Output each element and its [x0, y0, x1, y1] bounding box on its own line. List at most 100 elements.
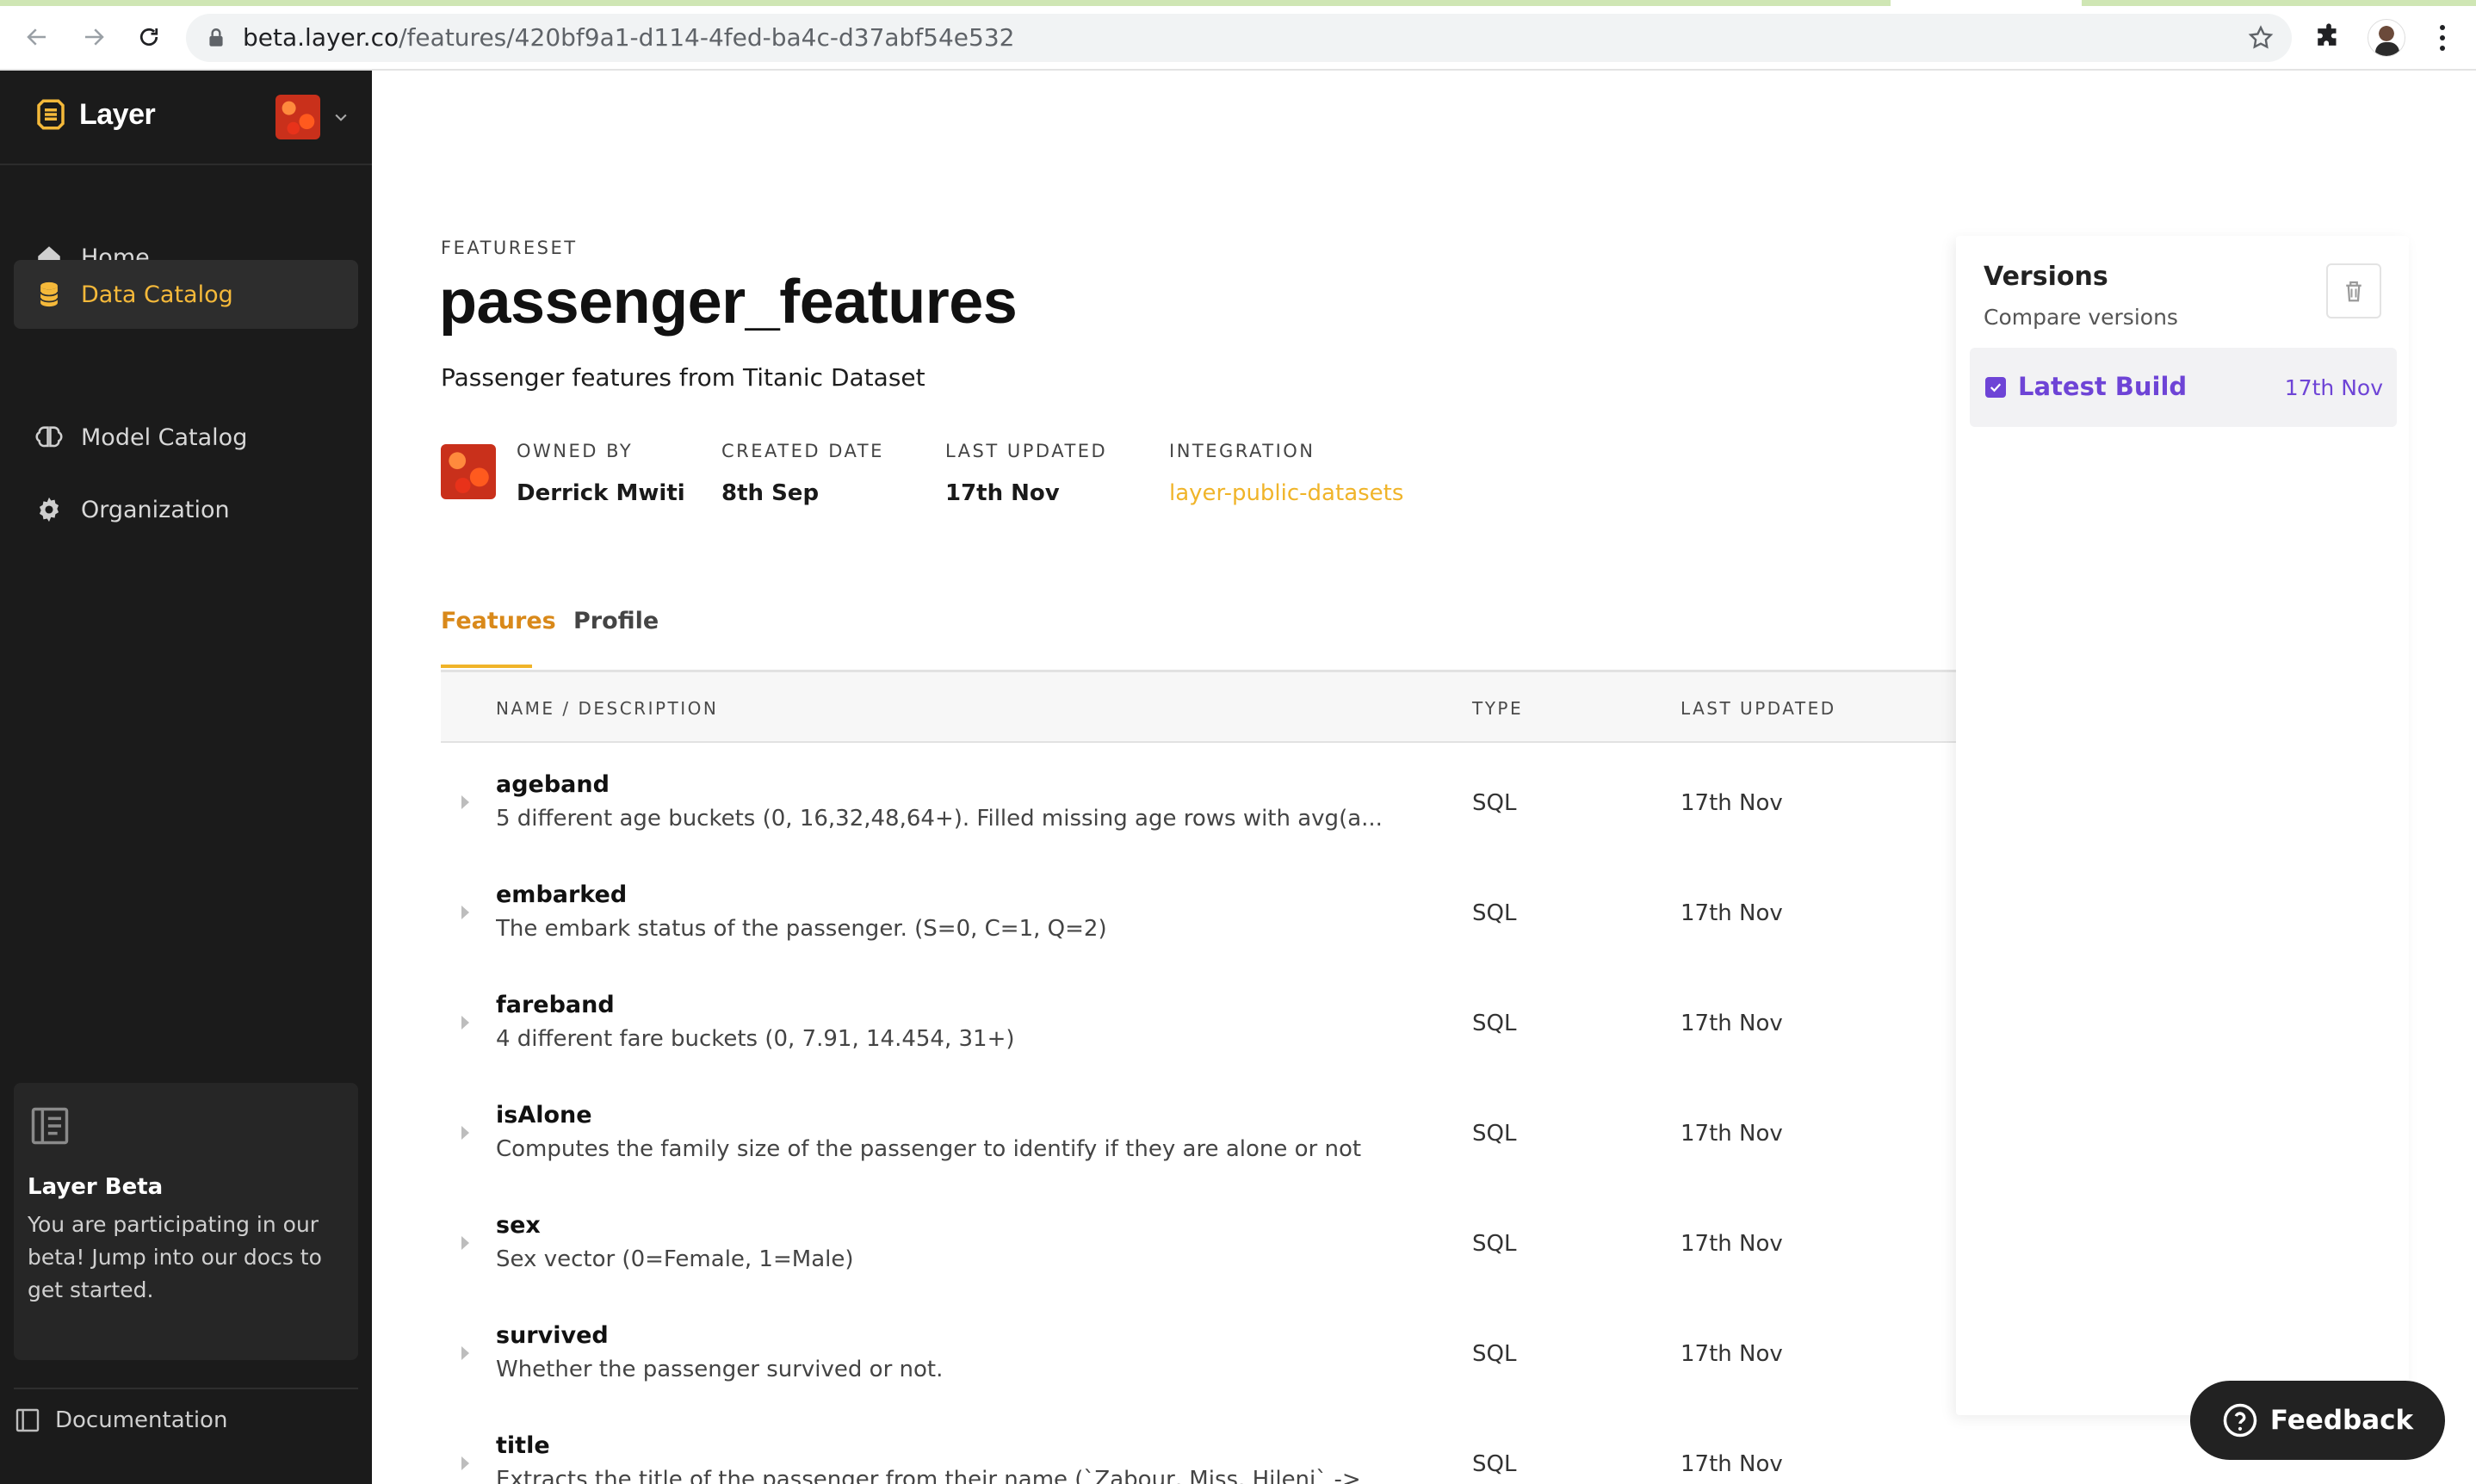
address-bar[interactable]: beta.layer.co/features/420bf9a1-d114-4fe… [186, 14, 2292, 62]
page-eyebrow: FEATURESET [441, 238, 578, 258]
url-path: /features/420bf9a1-d114-4fed-ba4c-d37abf… [399, 23, 1015, 52]
url-host: beta.layer.co [243, 23, 399, 52]
forward-button[interactable] [72, 15, 115, 59]
database-icon [40, 281, 59, 307]
loading-bar-secondary [2082, 0, 2476, 6]
browser-profile-avatar[interactable] [2368, 19, 2405, 57]
table-header: NAME / DESCRIPTION TYPE LAST UPDATED [441, 672, 1956, 743]
version-name: Latest Build [2018, 372, 2188, 401]
feature-type: SQL [1472, 1231, 1517, 1257]
sidebar-divider [0, 164, 372, 165]
meta-label: CREATED DATE [721, 441, 884, 461]
lock-icon [209, 28, 223, 46]
browser-toolbar: beta.layer.co/features/420bf9a1-d114-4fe… [0, 0, 2476, 71]
feature-description: Extracts the title of the passenger from… [496, 1467, 1361, 1484]
sidebar-item-label: Data Catalog [81, 281, 233, 308]
beta-text: You are participating in our beta! Jump … [28, 1212, 322, 1302]
expand-caret-icon[interactable] [461, 1456, 469, 1470]
column-header-type: TYPE [1472, 698, 1524, 719]
version-date: 17th Nov [2284, 375, 2383, 400]
expand-caret-icon[interactable] [461, 1016, 469, 1030]
version-checkbox[interactable] [1985, 377, 2006, 398]
feature-name: isAlone [496, 1102, 592, 1128]
page-title: passenger_features [439, 268, 1018, 337]
expand-caret-icon[interactable] [461, 1236, 469, 1250]
book-icon [31, 1107, 69, 1145]
owner-avatar [441, 444, 496, 499]
expand-caret-icon[interactable] [461, 1346, 469, 1360]
brand-name: Layer [79, 97, 156, 131]
meta-last-updated: LAST UPDATED 17th Nov [945, 441, 1107, 506]
documentation-label: Documentation [55, 1407, 228, 1433]
bookmark-star-icon[interactable] [2247, 24, 2275, 52]
table-row[interactable]: sex Sex vector (0=Female, 1=Male) SQL 17… [441, 1193, 1956, 1303]
feature-updated: 17th Nov [1681, 1341, 1783, 1367]
feature-updated: 17th Nov [1681, 1231, 1783, 1257]
loading-bar [0, 0, 1891, 6]
reload-button[interactable] [127, 15, 170, 59]
feature-type: SQL [1472, 1341, 1517, 1367]
sidebar: Layer Home Data Catalog Model Catalog Or… [0, 71, 372, 1484]
layer-logo-icon [37, 99, 65, 130]
feature-name: fareband [496, 992, 615, 1018]
compare-versions-link[interactable]: Compare versions [1984, 305, 2178, 330]
expand-caret-icon[interactable] [461, 1126, 469, 1140]
feature-name: survived [496, 1322, 609, 1349]
browser-menu-button[interactable] [2430, 21, 2455, 55]
expand-caret-icon[interactable] [461, 795, 469, 809]
arrow-right-icon [85, 28, 104, 46]
meta-value: 8th Sep [721, 480, 820, 506]
extensions-puzzle-icon[interactable] [2314, 22, 2343, 52]
versions-title: Versions [1984, 262, 2108, 292]
back-button[interactable] [15, 15, 59, 59]
gear-icon [39, 497, 59, 522]
feature-type: SQL [1472, 790, 1517, 816]
column-header-updated: LAST UPDATED [1681, 698, 1836, 719]
table-row[interactable]: title Extracts the title of the passenge… [441, 1413, 1956, 1484]
versions-panel: Versions Compare versions Latest Build 1… [1956, 236, 2409, 1415]
table-row[interactable]: embarked The embark status of the passen… [441, 863, 1956, 973]
feedback-button[interactable]: Feedback [2190, 1381, 2445, 1460]
meta-integration: INTEGRATION layer-public-datasets [1169, 441, 1403, 506]
sidebar-item-label: Model Catalog [81, 424, 248, 451]
org-switcher[interactable] [275, 95, 350, 139]
arrow-left-icon [27, 28, 46, 46]
trash-icon [2346, 281, 2361, 302]
feature-type: SQL [1472, 1451, 1517, 1477]
feature-updated: 17th Nov [1681, 1121, 1783, 1147]
table-row[interactable]: ageband 5 different age buckets (0, 16,3… [441, 752, 1956, 863]
sidebar-item-data-catalog[interactable]: Data Catalog [14, 260, 358, 329]
feedback-label: Feedback [2269, 1405, 2414, 1436]
table-row[interactable]: survived Whether the passenger survived … [441, 1303, 1956, 1413]
delete-button[interactable] [2326, 263, 2381, 318]
table-row[interactable]: fareband 4 different fare buckets (0, 7.… [441, 973, 1956, 1083]
feature-description: 4 different fare buckets (0, 7.91, 14.45… [496, 1026, 1015, 1052]
feature-updated: 17th Nov [1681, 900, 1783, 926]
active-tab-indicator [441, 665, 532, 668]
documentation-link[interactable]: Documentation [14, 1407, 227, 1434]
chevron-down-icon [335, 114, 347, 121]
feature-description: Sex vector (0=Female, 1=Male) [496, 1246, 854, 1272]
feature-description: The embark status of the passenger. (S=0… [496, 916, 1107, 942]
integration-link[interactable]: layer-public-datasets [1169, 480, 1403, 506]
meta-label: INTEGRATION [1169, 441, 1315, 461]
meta-value: Derrick Mwiti [517, 480, 685, 506]
org-avatar [275, 95, 320, 139]
feature-updated: 17th Nov [1681, 1011, 1783, 1036]
version-item[interactable]: Latest Build 17th Nov [1970, 348, 2397, 427]
brain-icon [35, 426, 63, 448]
table-row[interactable]: isAlone Computes the family size of the … [441, 1083, 1956, 1193]
expand-caret-icon[interactable] [461, 906, 469, 919]
tab-profile[interactable]: Profile [573, 608, 659, 634]
sidebar-item-organization[interactable]: Organization [14, 475, 358, 544]
check-icon [1990, 383, 2002, 393]
meta-label: OWNED BY [517, 441, 634, 461]
tab-features[interactable]: Features [441, 608, 556, 634]
feature-type: SQL [1472, 900, 1517, 926]
feature-updated: 17th Nov [1681, 790, 1783, 816]
sidebar-item-model-catalog[interactable]: Model Catalog [14, 403, 358, 472]
brand-logo[interactable]: Layer [33, 96, 156, 133]
help-circle-icon [2223, 1403, 2257, 1438]
meta-label: LAST UPDATED [945, 441, 1108, 461]
book-icon [15, 1408, 40, 1432]
